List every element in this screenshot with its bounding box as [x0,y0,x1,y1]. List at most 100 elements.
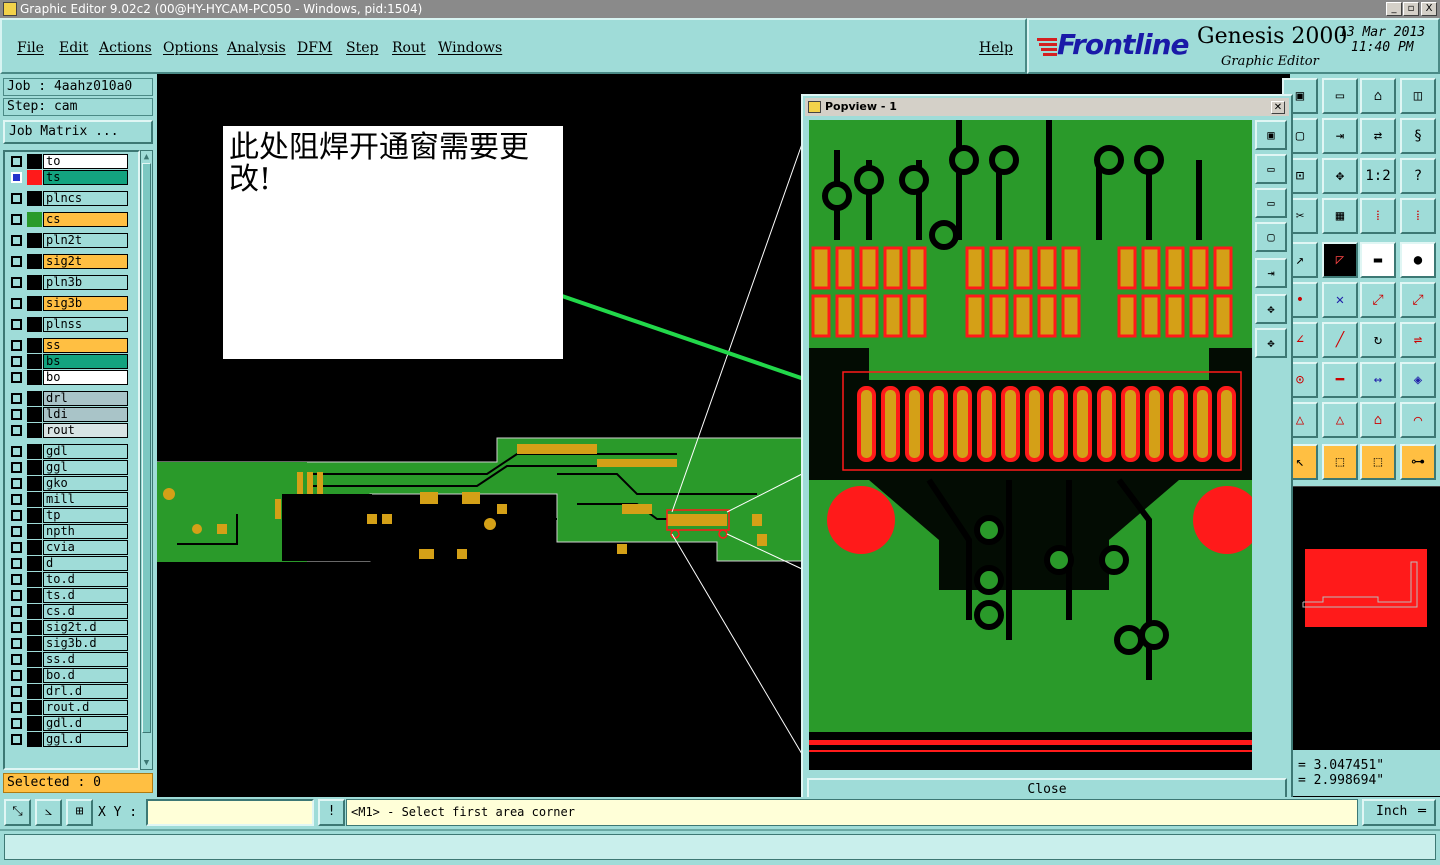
layer-checkbox[interactable] [11,478,22,489]
layer-row-bo-d[interactable]: bo.d [7,668,138,683]
layer-checkbox[interactable] [11,172,22,183]
layer-checkbox[interactable] [11,622,22,633]
menu-analysis[interactable]: Analysis [227,40,286,56]
layer-row-pln2t[interactable]: pln2t [7,233,138,248]
scroll-down-icon[interactable]: ▼ [141,757,152,769]
tool-mirror-icon[interactable]: ⇌ [1400,322,1436,358]
popview-board[interactable] [809,120,1252,770]
layer-row-rout[interactable]: rout [7,423,138,438]
layer-row-gdl-d[interactable]: gdl.d [7,716,138,731]
tool-s-icon[interactable]: § [1400,118,1436,154]
layer-row-ss[interactable]: ss [7,338,138,353]
layer-name[interactable]: ggl [43,460,128,475]
layer-color-swatch[interactable] [27,170,42,185]
layer-checkbox[interactable] [11,654,22,665]
tool-link-icon[interactable]: ⤢ [1360,282,1396,318]
layer-name[interactable]: pln2t [43,233,128,248]
layer-row-rout-d[interactable]: rout.d [7,700,138,715]
layer-row-to[interactable]: to [7,154,138,169]
layer-name[interactable]: gko [43,476,128,491]
menu-windows[interactable]: Windows [438,40,502,56]
job-matrix-button[interactable]: Job Matrix ... [3,120,153,144]
layer-row-sig2t-d[interactable]: sig2t.d [7,620,138,635]
layer-row-ldi[interactable]: ldi [7,407,138,422]
layer-row-drl[interactable]: drl [7,391,138,406]
layer-color-swatch[interactable] [27,492,42,507]
layer-checkbox[interactable] [11,670,22,681]
popview-export-icon[interactable]: ⇥ [1255,258,1287,288]
layer-name[interactable]: mill [43,492,128,507]
layer-color-swatch[interactable] [27,233,42,248]
layer-name[interactable]: cvia [43,540,128,555]
layer-color-swatch[interactable] [27,700,42,715]
zoom-out-icon[interactable]: ⤡ [4,799,31,826]
layer-color-swatch[interactable] [27,317,42,332]
layer-color-swatch[interactable] [27,338,42,353]
layer-color-swatch[interactable] [27,476,42,491]
tool-pad-icon[interactable]: ● [1400,242,1436,278]
layer-checkbox[interactable] [11,156,22,167]
layer-row-ts[interactable]: ts [7,170,138,185]
layer-name[interactable]: ts [43,170,128,185]
layer-color-swatch[interactable] [27,275,42,290]
menu-help[interactable]: Help [979,40,1013,56]
popview-pan2-icon[interactable]: ✥ [1255,328,1287,358]
layer-row-plncs[interactable]: plncs [7,191,138,206]
layer-row-cvia[interactable]: cvia [7,540,138,555]
popview-monitor-icon[interactable]: ▭ [1255,154,1287,184]
tool-help-icon[interactable]: ? [1400,158,1436,194]
popview-pan-icon[interactable]: ✥ [1255,294,1287,324]
layer-name[interactable]: ggl.d [43,732,128,747]
tool-monitor-icon[interactable]: ▭ [1322,78,1358,114]
layer-checkbox[interactable] [11,393,22,404]
layer-row-ggl[interactable]: ggl [7,460,138,475]
menu-edit[interactable]: Edit [59,40,88,56]
popview-frame-icon[interactable]: ▢ [1255,222,1287,252]
layer-name[interactable]: gdl [43,444,128,459]
grid-toggle-icon[interactable]: ⊞ [66,799,93,826]
layer-name[interactable]: plncs [43,191,128,206]
tool-dimension-icon[interactable]: ↔ [1360,362,1396,398]
layer-color-swatch[interactable] [27,652,42,667]
tool-layout-icon[interactable]: ◫ [1400,78,1436,114]
tool-select-box-icon[interactable]: ⬚ [1322,444,1358,480]
layer-color-swatch[interactable] [27,540,42,555]
layer-checkbox[interactable] [11,425,22,436]
info-button[interactable]: ! [318,799,345,826]
tool-arc2-icon[interactable]: △ [1322,402,1358,438]
layer-color-swatch[interactable] [27,296,42,311]
tool-cross-icon[interactable]: ✕ [1322,282,1358,318]
layer-checkbox[interactable] [11,558,22,569]
close-window-button[interactable]: X [1421,2,1437,16]
layer-row-cs[interactable]: cs [7,212,138,227]
popview-monitor2-icon[interactable]: ▭ [1255,188,1287,218]
tool-shapes-icon[interactable]: ◈ [1400,362,1436,398]
layer-color-swatch[interactable] [27,636,42,651]
layer-name[interactable]: rout.d [43,700,128,715]
layer-row-ggl-d[interactable]: ggl.d [7,732,138,747]
tool-rotate-icon[interactable]: ↻ [1360,322,1396,358]
layer-row-to-d[interactable]: to.d [7,572,138,587]
layer-checkbox[interactable] [11,702,22,713]
tool-arc3-icon[interactable]: ⌂ [1360,402,1396,438]
layer-color-swatch[interactable] [27,354,42,369]
layer-color-swatch[interactable] [27,391,42,406]
layer-row-drl-d[interactable]: drl.d [7,684,138,699]
xy-input[interactable] [146,799,314,826]
layer-row-pln3b[interactable]: pln3b [7,275,138,290]
layer-checkbox[interactable] [11,606,22,617]
layer-checkbox[interactable] [11,510,22,521]
layer-checkbox[interactable] [11,574,22,585]
layer-name[interactable]: npth [43,524,128,539]
layer-color-swatch[interactable] [27,556,42,571]
layer-name[interactable]: bo [43,370,128,385]
layer-name[interactable]: sig2t [43,254,128,269]
layer-name[interactable]: sig3b.d [43,636,128,651]
layer-row-sig2t[interactable]: sig2t [7,254,138,269]
layer-name[interactable]: sig3b [43,296,128,311]
layer-color-swatch[interactable] [27,684,42,699]
layer-checkbox[interactable] [11,214,22,225]
tool-pan-icon[interactable]: ✥ [1322,158,1358,194]
layer-checkbox[interactable] [11,638,22,649]
layer-checkbox[interactable] [11,590,22,601]
